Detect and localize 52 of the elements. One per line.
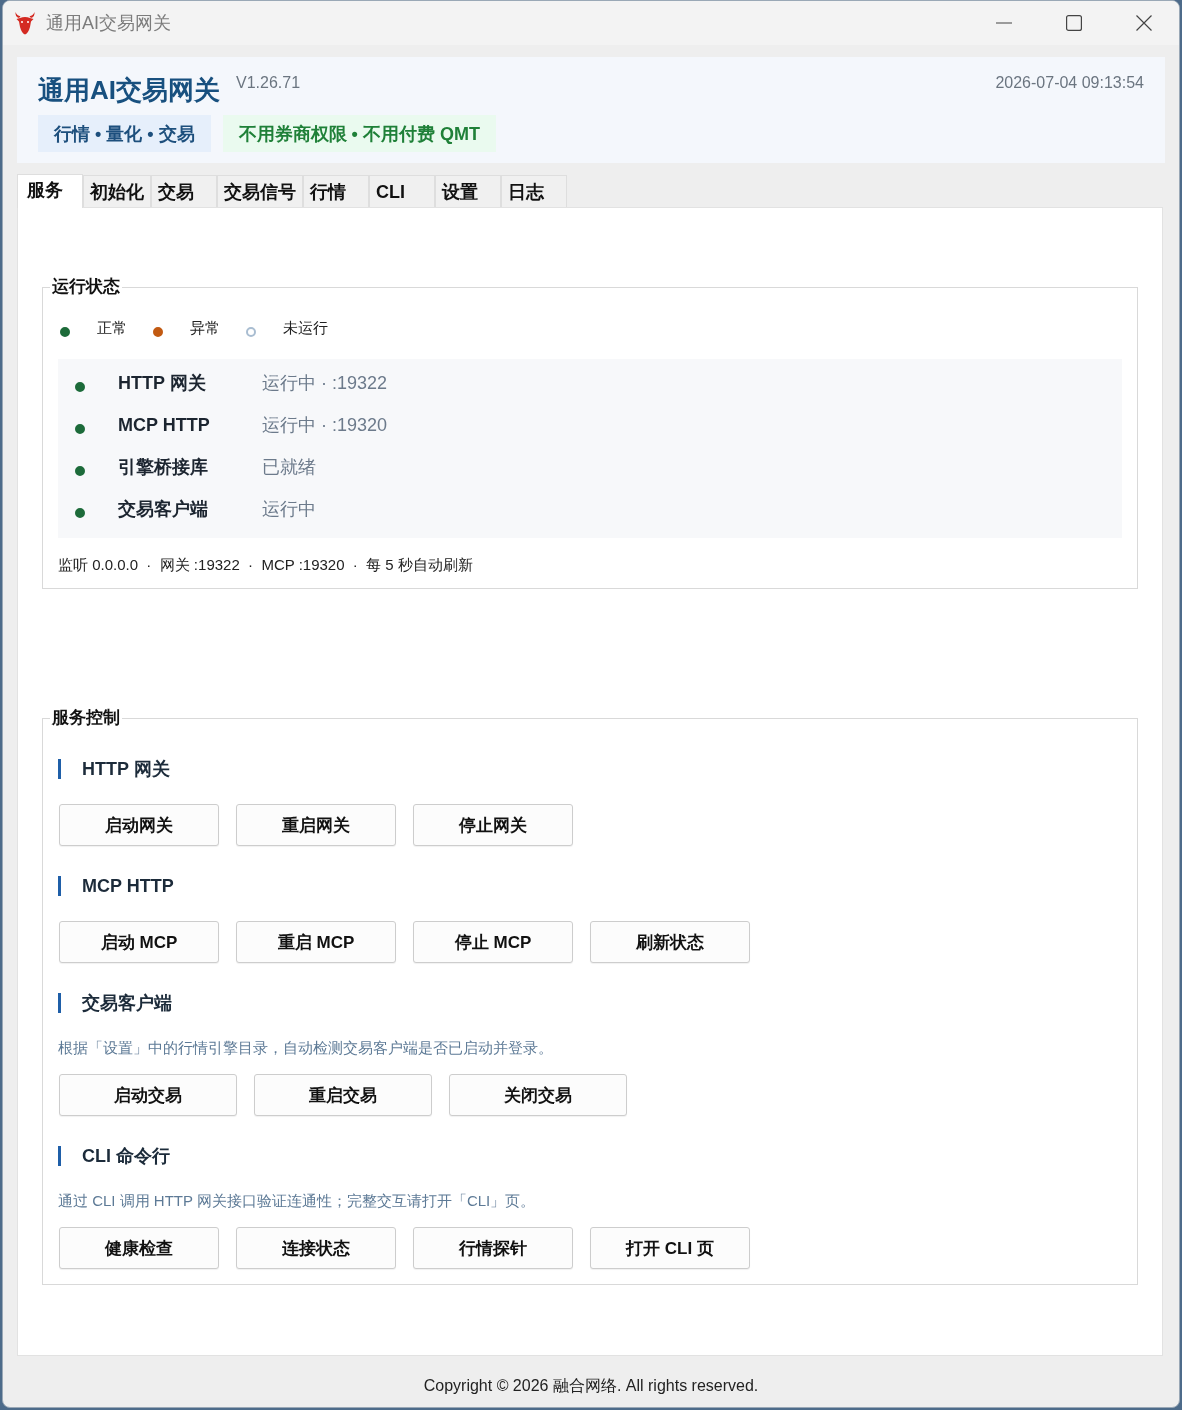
bull-head-icon — [14, 11, 36, 35]
service-name: 交易客户端 — [118, 498, 209, 521]
action-button[interactable]: 行情探针 — [413, 1227, 573, 1269]
status-summary: 监听 0.0.0.0 · 网关 :19322 · MCP :19320 · 每 5 秒自动刷新 — [58, 555, 474, 575]
service-status: 运行中 · :19320 — [262, 414, 388, 437]
tab[interactable]: CLI — [369, 175, 435, 207]
action-button[interactable]: 停止网关 — [413, 804, 573, 846]
tab[interactable]: 交易信号 — [217, 175, 303, 207]
action-button[interactable]: 连接状态 — [236, 1227, 396, 1269]
action-button[interactable]: 关闭交易 — [449, 1074, 627, 1116]
section-description: 根据「设置」中的行情引擎目录，自动检测交易客户端是否已启动并登录。 — [58, 1038, 554, 1058]
action-button[interactable]: 停止 MCP — [413, 921, 573, 963]
maximize-icon[interactable] — [1066, 15, 1082, 31]
action-button[interactable]: 重启网关 — [236, 804, 396, 846]
action-button[interactable]: 启动网关 — [59, 804, 219, 846]
section-heading: 交易客户端 — [58, 993, 172, 1013]
legend-label: 正常 — [97, 318, 127, 338]
service-name: HTTP 网关 — [118, 372, 207, 395]
action-button[interactable]: 启动交易 — [59, 1074, 237, 1116]
action-button[interactable]: 重启交易 — [254, 1074, 432, 1116]
service-status: 运行中 — [262, 498, 316, 521]
service-status: 已就绪 — [262, 456, 316, 479]
tab[interactable]: 服务 — [17, 174, 83, 208]
section-heading: HTTP 网关 — [58, 759, 170, 779]
action-button[interactable]: 打开 CLI 页 — [590, 1227, 750, 1269]
copyright-text: Copyright © 2026 融合网络. All rights reserved. — [423, 1376, 759, 1396]
action-button[interactable]: 重启 MCP — [236, 921, 396, 963]
datetime-label: 2026-07-04 09:13:54 — [995, 73, 1144, 93]
group-title: 运行状态 — [51, 276, 121, 298]
close-icon[interactable] — [1136, 15, 1152, 31]
action-button[interactable]: 健康检查 — [59, 1227, 219, 1269]
service-status: 运行中 · :19322 — [262, 372, 388, 395]
section-description: 通过 CLI 调用 HTTP 网关接口验证连通性；完整交互请打开「CLI」页。 — [58, 1191, 537, 1211]
tab[interactable]: 初始化 — [83, 175, 151, 207]
tab[interactable]: 日志 — [501, 175, 567, 207]
service-name: 引擎桥接库 — [118, 456, 209, 479]
group-title: 服务控制 — [51, 707, 121, 729]
tab[interactable]: 设置 — [435, 175, 501, 207]
tab[interactable]: 行情 — [303, 175, 369, 207]
tagline-badge: 行情 • 量化 • 交易 — [38, 115, 211, 152]
action-button[interactable]: 启动 MCP — [59, 921, 219, 963]
action-button[interactable]: 刷新状态 — [590, 921, 750, 963]
section-heading: CLI 命令行 — [58, 1146, 170, 1166]
tab[interactable]: 交易 — [151, 175, 217, 207]
app-title: 通用AI交易网关 — [38, 74, 220, 107]
version-label: V1.26.71 — [236, 73, 301, 93]
window-title: 通用AI交易网关 — [46, 12, 171, 35]
tagline-badge: 不用券商权限 • 不用付费 QMT — [222, 115, 496, 152]
legend-label: 未运行 — [283, 318, 328, 338]
legend-label: 异常 — [190, 318, 220, 338]
section-heading: MCP HTTP — [58, 876, 174, 896]
service-name: MCP HTTP — [118, 414, 211, 436]
